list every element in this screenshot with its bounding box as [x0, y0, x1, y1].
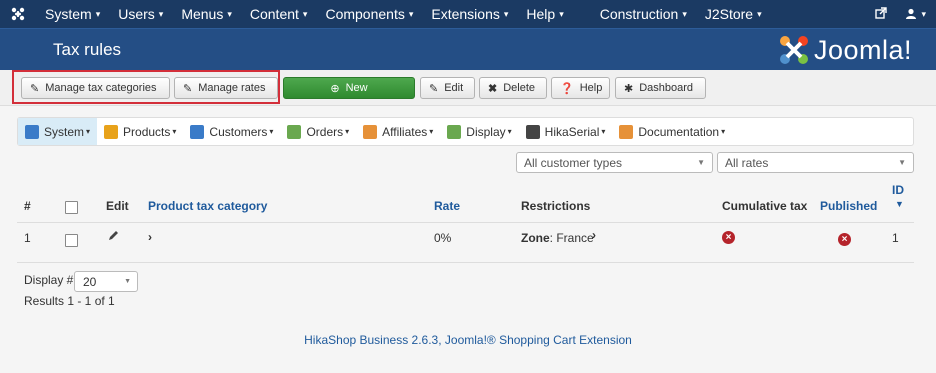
customer-type-filter[interactable]: All customer types ▼: [516, 152, 713, 173]
column-header-product-tax-category[interactable]: Product tax category: [148, 199, 267, 213]
column-header-rate[interactable]: Rate: [434, 199, 460, 213]
column-header-num: #: [24, 199, 31, 213]
question-circle-icon: ❓: [560, 82, 574, 95]
submenu-documentation[interactable]: Documentation ▾: [612, 118, 732, 145]
submenu-products[interactable]: Products ▾: [97, 118, 183, 145]
chevron-down-icon: ▾: [345, 127, 350, 136]
chevron-down-icon: ▾: [559, 8, 564, 19]
chevron-down-icon: ▾: [408, 8, 414, 19]
joomla-wordmark: Joomla!: [813, 34, 912, 65]
chevron-down-icon: ▾: [158, 8, 164, 19]
edit-icon: ✎: [429, 82, 439, 95]
submenu-orders[interactable]: Orders ▾: [280, 118, 356, 145]
row-id: 1: [892, 231, 899, 245]
page-title: Tax rules: [53, 40, 122, 59]
dashboard-button[interactable]: ✱ Dashboard: [615, 77, 706, 99]
help-button[interactable]: ❓ Help: [551, 77, 610, 99]
edit-button[interactable]: ✎ Edit: [420, 77, 475, 99]
column-header-restrictions: Restrictions: [521, 199, 591, 213]
chevron-down-icon: ▾: [682, 8, 687, 19]
chevron-down-icon: ▾: [95, 8, 101, 19]
published-no-icon[interactable]: ×: [838, 233, 851, 246]
chevron-down-icon: ▾: [601, 127, 606, 136]
documentation-icon: [619, 124, 634, 139]
close-icon: ✖: [488, 82, 498, 95]
user-menu-icon[interactable]: ▾: [905, 8, 926, 20]
top-menu-j2store[interactable]: J2Store ▾: [696, 0, 771, 28]
display-count-select[interactable]: 20 ▼: [74, 271, 138, 292]
chevron-right-icon[interactable]: ›: [592, 228, 596, 242]
rates-filter[interactable]: All rates ▼: [717, 152, 914, 173]
row-restrictions: Zone: France: [521, 231, 594, 245]
row-rate: 0%: [434, 231, 452, 245]
submenu-system[interactable]: System ▾: [18, 118, 98, 145]
dashboard-icon: ✱: [624, 82, 634, 95]
column-header-edit: Edit: [106, 199, 129, 213]
chevron-down-icon: ▾: [721, 127, 726, 136]
chevron-down-icon: ▾: [86, 127, 91, 136]
joomla-brand-icon: [779, 36, 808, 64]
select-all-checkbox[interactable]: [65, 201, 78, 214]
hikashop-submenu: System ▾ Products ▾ Customers ▾ Orders ▾ Affilia…: [17, 117, 914, 146]
results-count: Results 1 - 1 of 1: [24, 294, 115, 308]
pencil-icon[interactable]: [107, 229, 120, 245]
top-menu-menus[interactable]: Menus ▾: [172, 0, 241, 28]
top-menu: System ▾ Users ▾ Menus ▾ Content ▾ Components ▾ Ex…: [36, 0, 771, 28]
column-header-published[interactable]: Published: [820, 199, 877, 213]
chevron-down-icon: ▾: [503, 8, 509, 19]
chevron-down-icon: ▼: [697, 158, 705, 167]
new-button[interactable]: ⊕ New: [283, 77, 415, 99]
chevron-down-icon: ▾: [302, 8, 308, 19]
submenu-affiliates[interactable]: Affiliates ▾: [356, 118, 440, 145]
table-row-divider: [17, 262, 914, 263]
chevron-down-icon: ▾: [269, 127, 274, 136]
chevron-right-icon[interactable]: ›: [148, 230, 152, 244]
top-navbar: System ▾ Users ▾ Menus ▾ Content ▾ Components ▾ Ex…: [0, 0, 936, 28]
chevron-down-icon: ▾: [227, 8, 232, 19]
chevron-down-icon: ▾: [172, 127, 177, 136]
row-number: 1: [24, 231, 31, 245]
footer-credit[interactable]: HikaShop Business 2.6.3, Joomla!® Shoppi…: [0, 333, 936, 347]
chevron-down-icon: ▾: [429, 127, 434, 136]
top-menu-content[interactable]: Content ▾: [241, 0, 317, 28]
top-menu-construction[interactable]: Construction ▾: [591, 0, 696, 28]
chevron-down-icon: ▼: [124, 278, 131, 285]
affiliates-icon: [363, 124, 378, 139]
top-menu-components[interactable]: Components ▾: [316, 0, 422, 28]
users-icon: [190, 124, 205, 139]
joomla-brand-logo: Joomla!: [778, 32, 912, 68]
chevron-down-icon: ▼: [898, 158, 906, 167]
row-checkbox[interactable]: [65, 234, 78, 247]
highlight-box: [12, 70, 280, 104]
chevron-down-icon: ▾: [507, 127, 512, 136]
top-menu-extensions[interactable]: Extensions ▾: [422, 0, 517, 28]
display-label: Display #: [24, 273, 74, 287]
sort-desc-icon: ▼: [895, 199, 904, 209]
joomla-logo-icon[interactable]: [0, 0, 36, 28]
delete-button[interactable]: ✖ Delete: [479, 77, 547, 99]
table-header-divider: [17, 222, 914, 223]
chevron-down-icon: ▾: [757, 8, 762, 19]
top-menu-system[interactable]: System ▾: [36, 0, 109, 28]
cumulative-tax-no-icon[interactable]: ×: [722, 231, 735, 244]
display-icon: [447, 124, 462, 139]
submenu-display[interactable]: Display ▾: [440, 118, 518, 145]
submenu-customers[interactable]: Customers ▾: [183, 118, 280, 145]
column-header-id[interactable]: ID: [892, 183, 904, 197]
orders-icon: [287, 124, 302, 139]
column-header-cumulative-tax: Cumulative tax: [722, 199, 808, 213]
hikaserial-icon: [525, 124, 540, 139]
wrench-icon: [25, 124, 39, 139]
box-icon: [104, 124, 119, 139]
submenu-hikaserial[interactable]: HikaSerial ▾: [519, 118, 613, 145]
top-menu-help[interactable]: Help ▾: [517, 0, 572, 28]
external-link-icon[interactable]: [875, 6, 888, 22]
chevron-down-icon: ▾: [921, 8, 926, 19]
plus-circle-icon: ⊕: [330, 82, 340, 95]
top-menu-users[interactable]: Users ▾: [109, 0, 172, 28]
page-header: Tax rules Joomla!: [0, 28, 936, 70]
